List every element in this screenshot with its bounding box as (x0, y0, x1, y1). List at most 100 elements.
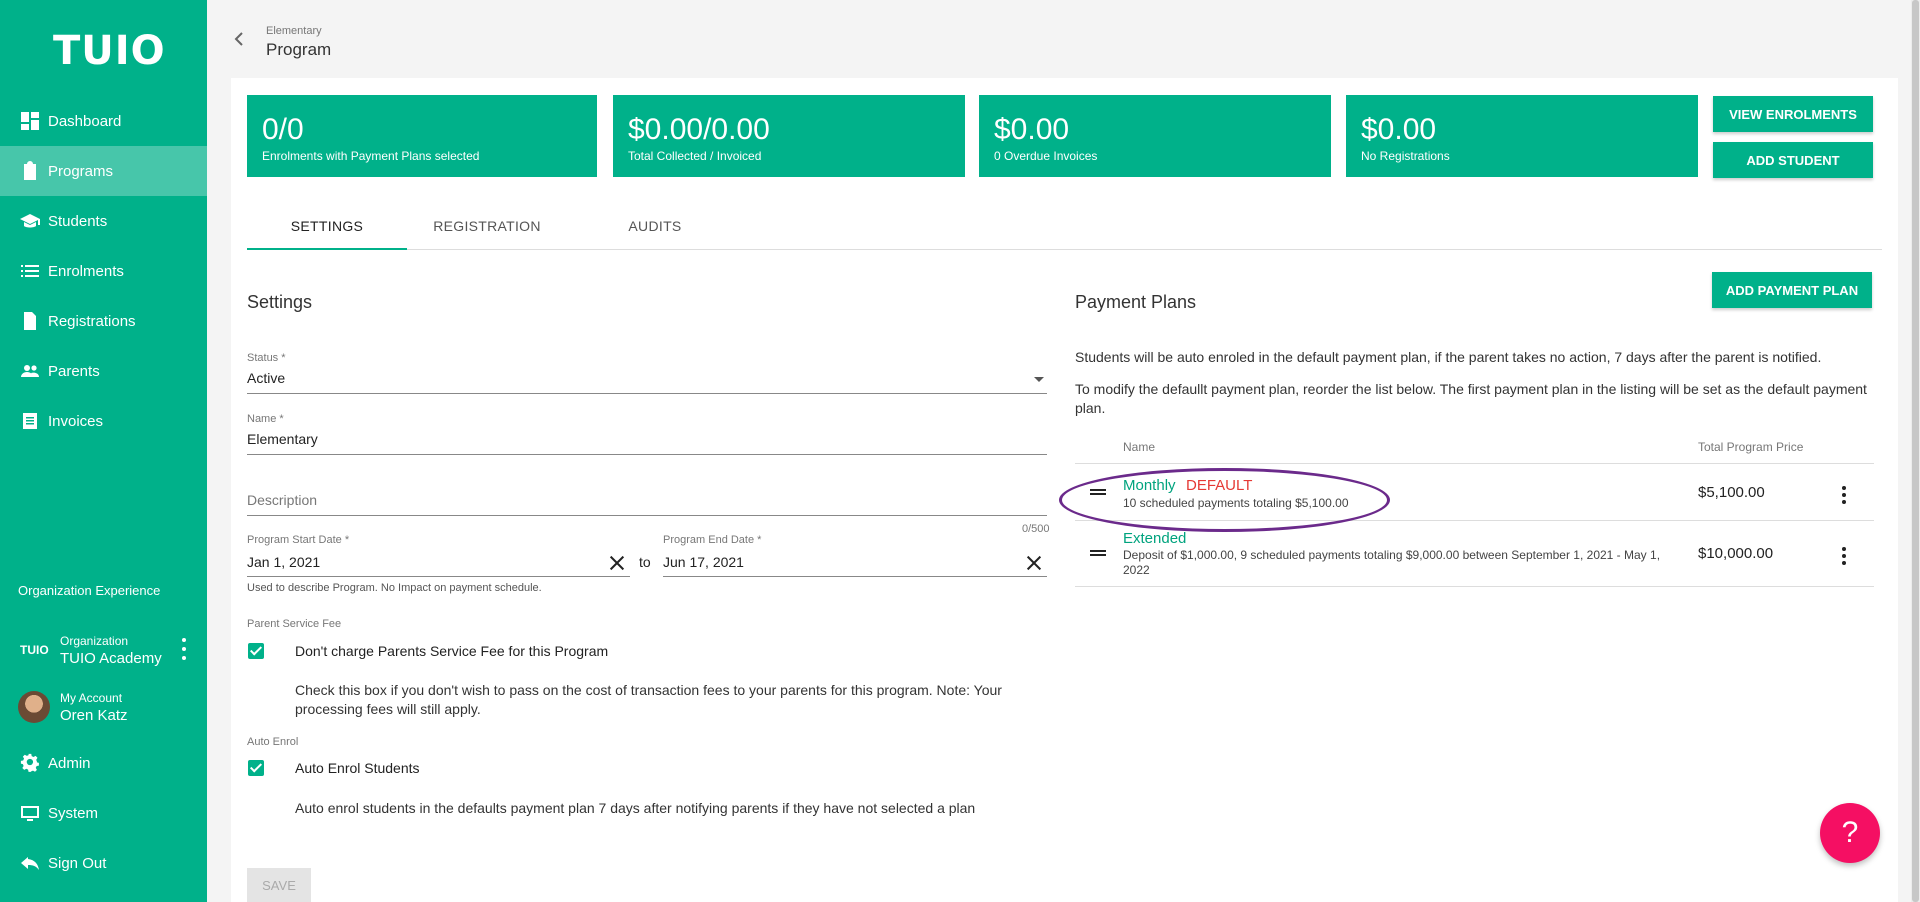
org-logo: TUIO (20, 643, 49, 657)
graduation-cap-icon (20, 211, 40, 231)
scrollbar-thumb[interactable] (1912, 0, 1919, 902)
row-divider (1075, 586, 1874, 587)
page-header: Elementary Program (207, 0, 1920, 78)
table-header-divider (1075, 463, 1874, 464)
description-input[interactable]: Description (247, 488, 1047, 516)
end-date-label: Program End Date * (663, 534, 762, 546)
sidebar-item-label: System (48, 804, 99, 822)
my-account[interactable]: My Account Oren Katz (0, 682, 207, 732)
program-tabs: SETTINGS REGISTRATION AUDITS (247, 204, 1882, 250)
stat-registrations: $0.00 No Registrations (1346, 95, 1698, 177)
service-fee-checkbox[interactable] (248, 643, 264, 659)
stat-label: 0 Overdue Invoices (994, 149, 1098, 163)
sidebar-item-label: Registrations (48, 312, 136, 330)
status-select[interactable]: Active (247, 367, 1047, 394)
breadcrumb[interactable]: Elementary (266, 25, 322, 37)
service-fee-check-label[interactable]: Don't charge Parents Service Fee for thi… (295, 643, 608, 659)
save-button[interactable]: SAVE (247, 868, 311, 902)
tab-audits[interactable]: AUDITS (575, 204, 735, 250)
more-vert-icon[interactable] (1842, 547, 1846, 565)
stat-label: No Registrations (1361, 149, 1450, 163)
sidebar-item-label: Enrolments (48, 262, 124, 280)
stat-value: $0.00 (1361, 113, 1437, 146)
stat-value: $0.00 (994, 113, 1070, 146)
auto-enrol-checkbox[interactable] (248, 760, 264, 776)
payment-plans-title: Payment Plans (1075, 292, 1197, 312)
name-input[interactable]: Elementary (247, 428, 1047, 455)
settings-title: Settings (247, 292, 313, 312)
auto-enrol-note: Auto enrol students in the defaults paym… (295, 800, 976, 816)
plan-price: $5,100.00 (1698, 484, 1765, 501)
add-payment-plan-button[interactable]: ADD PAYMENT PLAN (1712, 272, 1872, 308)
chevron-left-icon[interactable] (232, 32, 246, 46)
column-header-price: Total Program Price (1698, 440, 1804, 454)
sidebar-item-label: Programs (48, 162, 114, 180)
plan-name-extended[interactable]: Extended (1123, 530, 1186, 547)
stat-value: 0/0 (262, 113, 304, 146)
org-menu-icon[interactable] (181, 638, 187, 660)
tab-registration[interactable]: REGISTRATION (407, 204, 567, 250)
view-enrolments-button[interactable]: VIEW ENROLMENTS (1713, 96, 1873, 132)
sidebar-item-dashboard[interactable]: Dashboard (0, 96, 207, 146)
program-card: 0/0 Enrolments with Payment Plans select… (231, 78, 1898, 902)
main-content: Elementary Program 0/0 Enrolments with P… (207, 0, 1920, 902)
name-label: Name * (247, 413, 284, 425)
list-icon (20, 261, 40, 281)
name-value: Elementary (247, 431, 318, 447)
sidebar-item-system[interactable]: System (0, 788, 207, 838)
monitor-icon (20, 803, 40, 823)
people-icon (20, 361, 40, 381)
payment-plans-note-auto: Students will be auto enroled in the def… (1075, 349, 1822, 365)
plan-price: $10,000.00 (1698, 545, 1774, 562)
status-label: Status * (247, 352, 286, 364)
start-date-label: Program Start Date * (247, 534, 350, 546)
stat-total-collected: $0.00/0.00 Total Collected / Invoiced (613, 95, 965, 177)
add-student-button[interactable]: ADD STUDENT (1713, 142, 1873, 178)
sidebar-item-label: Dashboard (48, 112, 122, 130)
account-name: Oren Katz (60, 706, 128, 724)
sidebar-item-enrolments[interactable]: Enrolments (0, 246, 207, 296)
tab-settings[interactable]: SETTINGS (247, 204, 407, 250)
sidebar-item-sign-out[interactable]: Sign Out (0, 838, 207, 888)
date-helper-text: Used to describe Program. No Impact on p… (247, 582, 542, 594)
auto-enrol-check-label[interactable]: Auto Enrol Students (295, 760, 420, 776)
service-fee-label: Parent Service Fee (247, 618, 342, 630)
sidebar-item-label: Invoices (48, 412, 104, 430)
sidebar-item-parents[interactable]: Parents (0, 346, 207, 396)
sidebar-item-admin[interactable]: Admin (0, 738, 207, 788)
start-date-input[interactable]: Jan 1, 2021 (247, 549, 630, 577)
scrollbar[interactable] (1911, 0, 1920, 902)
description-placeholder: Description (247, 492, 318, 508)
avatar (18, 691, 50, 723)
end-date-value: Jun 17, 2021 (663, 554, 744, 570)
more-vert-icon[interactable] (1842, 486, 1846, 504)
description-counter: 0/500 (1022, 523, 1050, 535)
sidebar-item-students[interactable]: Students (0, 196, 207, 246)
sidebar-item-label: Parents (48, 362, 100, 380)
stat-overdue-invoices: $0.00 0 Overdue Invoices (979, 95, 1331, 177)
document-icon (20, 311, 40, 331)
drag-handle-icon[interactable] (1090, 550, 1106, 556)
sidebar-item-registrations[interactable]: Registrations (0, 296, 207, 346)
gear-icon (20, 753, 40, 773)
sidebar-item-label: Students (48, 212, 108, 230)
end-date-input[interactable]: Jun 17, 2021 (663, 549, 1047, 577)
dashboard-icon (20, 111, 40, 131)
plan-description: Deposit of $1,000.00, 9 scheduled paymen… (1123, 548, 1661, 577)
sign-out-icon (20, 853, 40, 873)
tuio-logo[interactable]: TUIO (53, 28, 166, 74)
page-title: Program (266, 40, 332, 59)
column-header-name: Name (1123, 440, 1156, 454)
organization-switcher[interactable]: TUIO Organization TUIO Academy (0, 620, 207, 680)
payment-plans-note-reorder: To modify the defaullt payment plan, reo… (1075, 381, 1867, 416)
caret-down-icon (1034, 377, 1044, 382)
sidebar-item-invoices[interactable]: Invoices (0, 396, 207, 446)
help-button[interactable]: ? (1820, 803, 1880, 863)
account-label: My Account (60, 690, 123, 705)
stat-label: Total Collected / Invoiced (628, 149, 762, 163)
sidebar-item-programs[interactable]: Programs (0, 146, 207, 196)
clear-end-date-icon[interactable] (1027, 556, 1041, 570)
clear-start-date-icon[interactable] (610, 556, 624, 570)
service-fee-note: Check this box if you don't wish to pass… (295, 682, 1002, 717)
org-section-title: Organization Experience (18, 583, 161, 598)
